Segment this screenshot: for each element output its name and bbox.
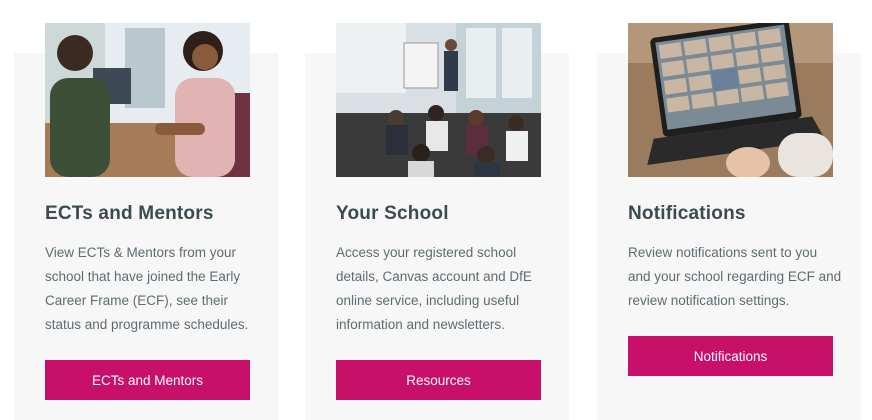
card-description: View ECTs & Mentors from your school tha…: [45, 245, 249, 332]
card-title: Notifications: [628, 203, 746, 224]
mentoring-photo: [45, 23, 250, 177]
card-description: Access your registered school details, C…: [336, 245, 532, 332]
card-title: Your School: [336, 203, 449, 224]
card-description: Review notifications sent to you and you…: [628, 245, 842, 308]
video-call-photo: [628, 23, 833, 177]
card-your-school: Your School Access your registered schoo…: [305, 0, 569, 420]
card-notifications: Notifications Review notifications sent …: [597, 0, 861, 420]
ects-mentors-button[interactable]: ECTs and Mentors: [45, 360, 250, 400]
notifications-button[interactable]: Notifications: [628, 336, 833, 376]
seminar-photo: [336, 23, 541, 177]
resources-button[interactable]: Resources: [336, 360, 541, 400]
card-ects-mentors: ECTs and Mentors View ECTs & Mentors fro…: [14, 0, 278, 420]
card-title: ECTs and Mentors: [45, 203, 214, 224]
